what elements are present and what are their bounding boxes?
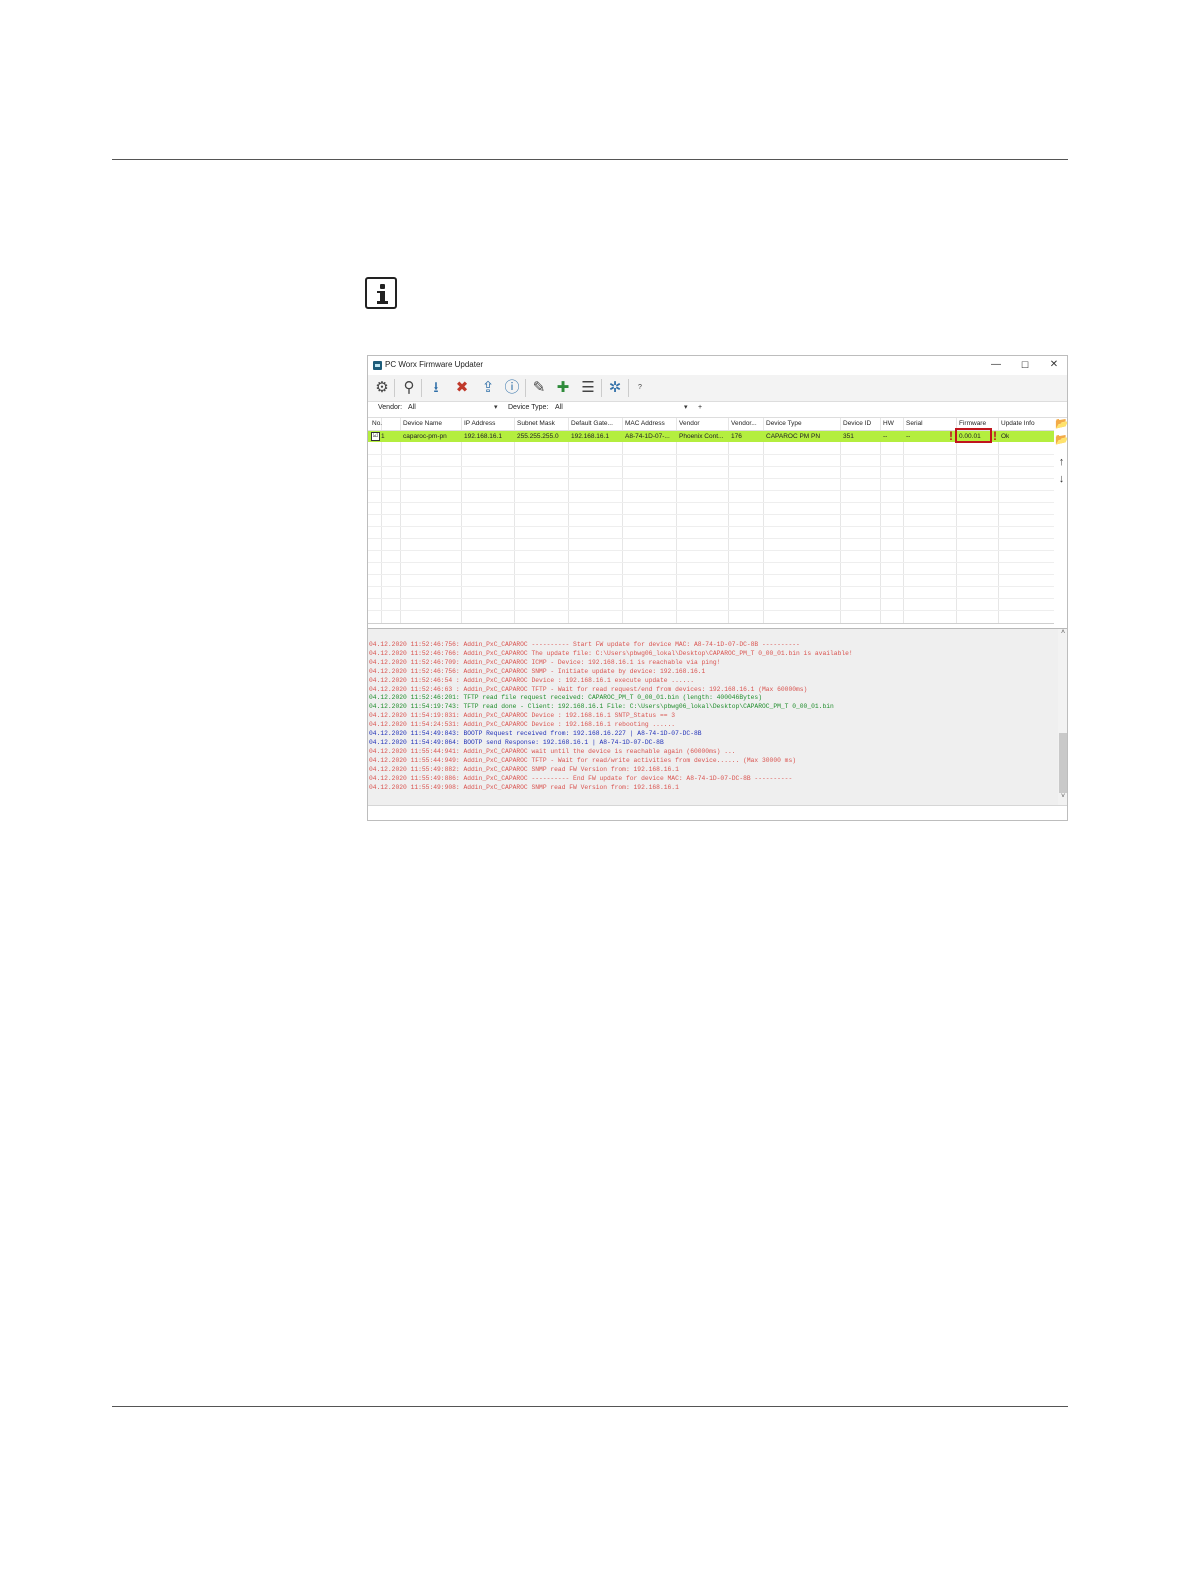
log-line: 04.12.2020 11:55:49:886: Addin_PxC_CAPAR… — [369, 774, 793, 782]
footer-rule — [112, 1406, 1068, 1407]
vendor-dropdown-icon[interactable]: ▾ — [494, 403, 498, 411]
window-title: PC Worx Firmware Updater — [385, 360, 484, 369]
cell-mac-address: A8-74-1D-07-... — [625, 433, 670, 440]
col-subnet-mask[interactable]: Subnet Mask — [517, 420, 555, 427]
col-serial[interactable]: Serial — [906, 420, 923, 427]
cell-default-gateway: 192.168.16.1 — [571, 433, 609, 440]
title-bar: PC Worx Firmware Updater — ☐ ✕ — [368, 356, 1067, 374]
down-arrow-icon[interactable]: ↓ — [1055, 473, 1067, 486]
add-filter-button[interactable]: + — [698, 404, 702, 411]
log-line: 04.12.2020 11:55:44:949: Addin_PxC_CAPAR… — [369, 756, 796, 764]
col-vendor-id[interactable]: Vendor... — [731, 420, 757, 427]
log-line: 04.12.2020 11:54:49:843: BOOTP Request r… — [369, 730, 702, 738]
log-line: 04.12.2020 11:55:49:882: Addin_PxC_CAPAR… — [369, 765, 679, 773]
up-arrow-icon[interactable]: ↑ — [1055, 456, 1067, 469]
firmware-updater-window: PC Worx Firmware Updater — ☐ ✕ ⚙ ⚲ ⭳ ✖ ⇪… — [367, 355, 1068, 821]
log-panel[interactable]: 04.12.2020 11:52:46:756: Addin_PxC_CAPAR… — [368, 628, 1067, 805]
cell-device-name: caparoc-pm-pn — [403, 433, 447, 440]
cell-serial: -- — [906, 433, 911, 440]
device-type-dropdown-icon[interactable]: ▾ — [684, 403, 688, 411]
col-vendor[interactable]: Vendor — [679, 420, 700, 427]
cell-vendor: Phoenix Cont... — [679, 433, 724, 440]
status-bar — [368, 805, 1067, 820]
col-ip-address[interactable]: IP Address — [464, 420, 495, 427]
cell-subnet-mask: 255.255.255.0 — [517, 433, 559, 440]
log-line: 04.12.2020 11:55:44:941: Addin_PxC_CAPAR… — [369, 747, 736, 755]
log-line: 04.12.2020 11:55:49:908: Addin_PxC_CAPAR… — [369, 783, 679, 791]
row-checkbox[interactable]: ☑ — [371, 432, 380, 441]
search-remove-icon[interactable]: ✖ — [452, 378, 472, 398]
log-line: 04.12.2020 11:52:46:756: Addin_PxC_CAPAR… — [369, 667, 706, 675]
col-device-id[interactable]: Device ID — [843, 420, 871, 427]
header-rule — [112, 159, 1068, 160]
search-list-icon[interactable]: ☰ — [578, 378, 598, 398]
log-line: 04.12.2020 11:54:49:864: BOOTP send Resp… — [369, 738, 664, 746]
cell-no: 1 — [381, 433, 385, 440]
scroll-down-icon[interactable]: ˅ — [1058, 793, 1067, 800]
add-icon[interactable]: ✚ — [553, 378, 573, 398]
log-line: 04.12.2020 11:54:19:831: Addin_PxC_CAPAR… — [369, 712, 676, 720]
edit-minus-icon[interactable]: ✎ — [529, 378, 549, 398]
scroll-up-icon[interactable]: ˄ — [1058, 629, 1067, 636]
minimize-button[interactable]: — — [982, 357, 1010, 373]
device-upload-icon[interactable]: ⇪ — [478, 378, 498, 398]
cell-update-info: Ok — [1001, 433, 1010, 440]
firmware-highlight-box — [955, 428, 992, 443]
help-button[interactable]: ? — [630, 378, 650, 398]
info-icon — [365, 277, 397, 309]
toolbar: ⚙ ⚲ ⭳ ✖ ⇪ ⓘ ✎ ✚ ☰ ✲ ? — [368, 375, 1067, 401]
scroll-thumb[interactable] — [1059, 733, 1067, 793]
gear-icon[interactable]: ⚙ — [372, 378, 392, 398]
log-text: 04.12.2020 11:52:46:756: Addin_PxC_CAPAR… — [369, 641, 853, 792]
open-folder-icon[interactable]: 📂 — [1055, 418, 1067, 431]
col-device-type[interactable]: Device Type — [766, 420, 802, 427]
device-grid: No. Device Name IP Address Subnet Mask D… — [368, 418, 1054, 624]
col-no[interactable]: No. — [372, 420, 382, 427]
app-icon — [373, 361, 382, 370]
download-icon[interactable]: ⭳ — [426, 378, 446, 398]
log-line: 04.12.2020 11:52:46:54 : Addin_PxC_CAPAR… — [369, 676, 694, 684]
log-line: 04.12.2020 11:52:46:766: Addin_PxC_CAPAR… — [369, 649, 853, 657]
cell-device-id: 351 — [843, 433, 854, 440]
cell-ip-address: 192.168.16.1 — [464, 433, 502, 440]
settings-icon[interactable]: ✲ — [605, 378, 625, 398]
log-line: 04.12.2020 11:54:24:531: Addin_PxC_CAPAR… — [369, 721, 676, 729]
close-button[interactable]: ✕ — [1040, 357, 1067, 373]
log-scrollbar[interactable]: ˄ ˅ — [1058, 629, 1067, 805]
vendor-label: Vendor: — [378, 404, 403, 411]
col-mac-address[interactable]: MAC Address — [625, 420, 665, 427]
col-default-gateway[interactable]: Default Gate... — [571, 420, 613, 427]
cell-hw: -- — [883, 433, 888, 440]
col-hw[interactable]: HW — [883, 420, 894, 427]
search-icon[interactable]: ⚲ — [399, 378, 419, 398]
maximize-button[interactable]: ☐ — [1011, 357, 1039, 373]
log-line: 04.12.2020 11:52:46:709: Addin_PxC_CAPAR… — [369, 658, 721, 666]
warning-mark-right: ! — [993, 429, 997, 443]
filter-bar: Vendor: All ▾ Device Type: All ▾ + — [368, 401, 1067, 418]
device-type-label: Device Type: — [508, 404, 549, 411]
open-folder-icon[interactable]: 📂 — [1055, 434, 1067, 447]
side-toolbar: 📂 📂 ↑ ↓ — [1054, 418, 1067, 623]
log-line: 04.12.2020 11:52:46:756: Addin_PxC_CAPAR… — [369, 641, 800, 648]
col-update-info[interactable]: Update Info — [1001, 420, 1035, 427]
warning-mark-left: ! — [949, 429, 953, 443]
log-line: 04.12.2020 11:52:46:201: TFTP read file … — [369, 694, 762, 702]
cell-device-type: CAPAROC PM PN — [766, 433, 821, 440]
col-firmware[interactable]: Firmware — [959, 420, 986, 427]
log-line: 04.12.2020 11:52:46:63 : Addin_PxC_CAPAR… — [369, 685, 808, 693]
col-device-name[interactable]: Device Name — [403, 420, 442, 427]
info-upload-icon[interactable]: ⓘ — [502, 378, 522, 398]
vendor-select[interactable]: All — [408, 404, 416, 411]
cell-vendor-id: 176 — [731, 433, 742, 440]
log-line: 04.12.2020 11:54:19:743: TFTP read done … — [369, 703, 834, 711]
device-type-select[interactable]: All — [555, 404, 563, 411]
